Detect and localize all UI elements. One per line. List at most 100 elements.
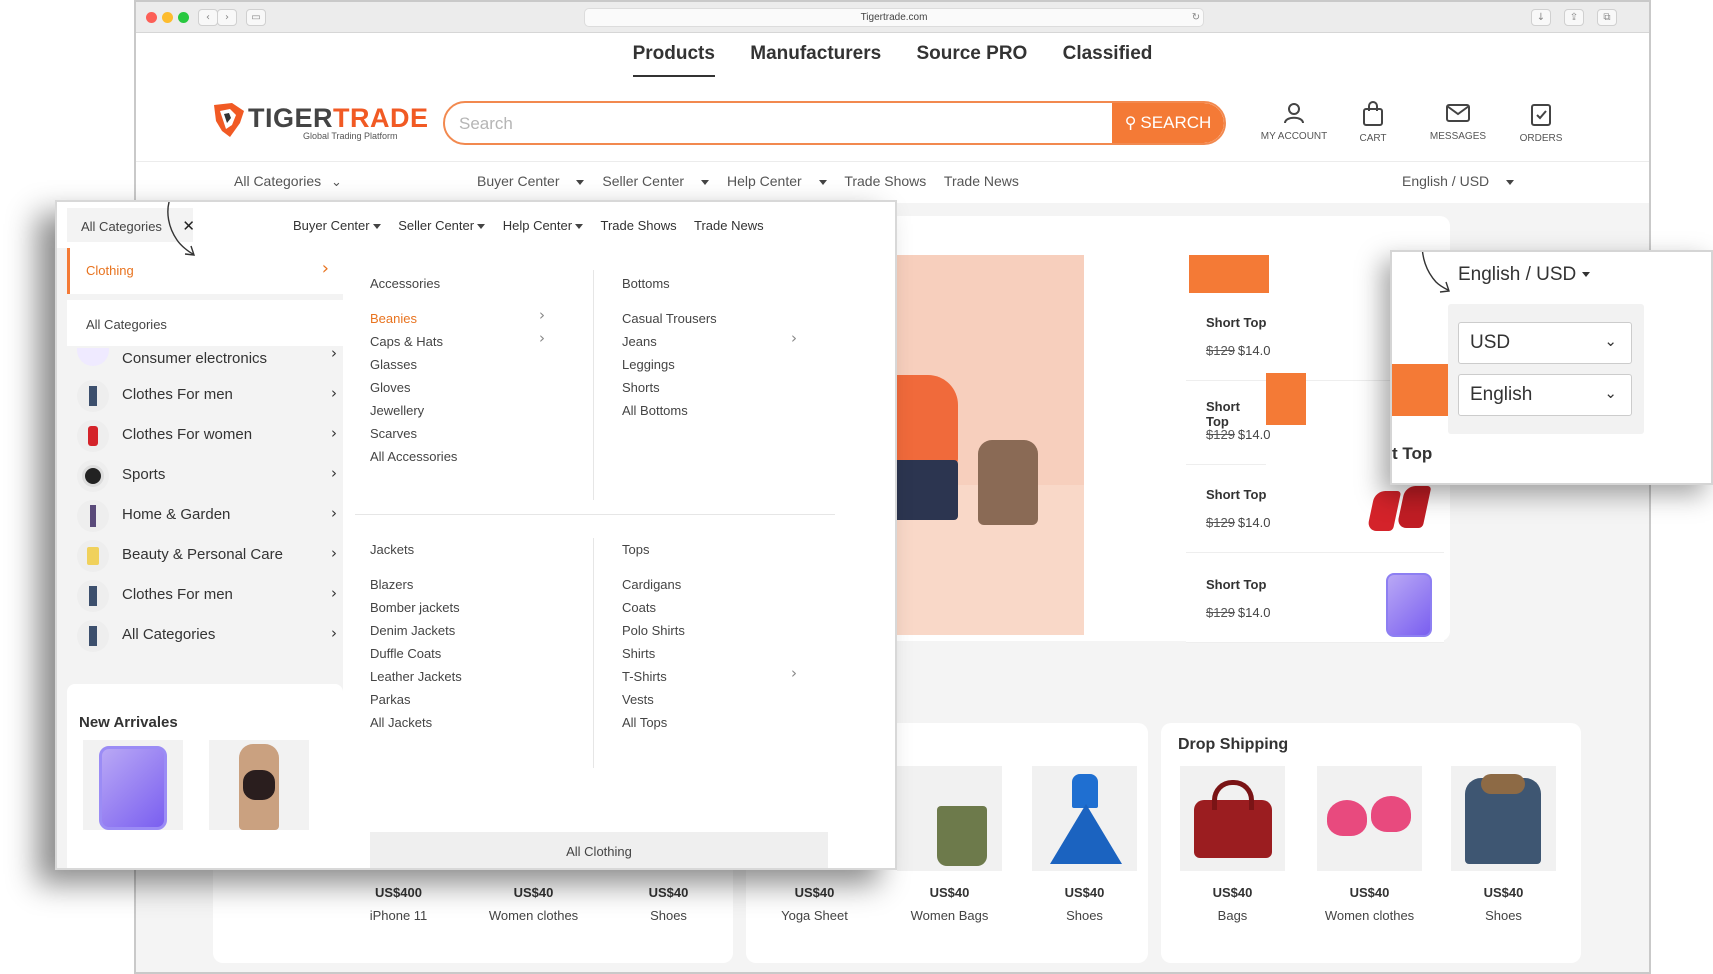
item-scarves[interactable]: Scarves bbox=[370, 426, 417, 441]
search-button[interactable]: ⚲ SEARCH bbox=[1112, 103, 1224, 143]
item-denim-jackets[interactable]: Denim Jackets bbox=[370, 623, 455, 638]
side-product-4[interactable]: Short Top $129 $14.0 bbox=[1186, 563, 1444, 643]
category-clothes-for-men-2[interactable]: Clothes For men › bbox=[77, 578, 337, 616]
download-icon[interactable]: ↓ bbox=[1531, 9, 1551, 26]
buyer-center-menu[interactable]: Buyer Center bbox=[477, 173, 585, 189]
item-shirts[interactable]: Shirts bbox=[622, 646, 655, 661]
mega-buyer-center[interactable]: Buyer Center bbox=[293, 218, 381, 233]
tops-heading[interactable]: Tops bbox=[622, 542, 649, 557]
messages-button[interactable]: MESSAGES bbox=[1423, 101, 1493, 142]
category-clothes-for-men[interactable]: Clothes For men › bbox=[77, 378, 337, 416]
seller-center-menu[interactable]: Seller Center bbox=[602, 173, 710, 189]
user-icon bbox=[1284, 103, 1304, 124]
item-t-shirts[interactable]: T-Shirts bbox=[622, 669, 667, 684]
share-icon[interactable]: ⇪ bbox=[1564, 9, 1584, 26]
item-leather-jackets[interactable]: Leather Jackets bbox=[370, 669, 462, 684]
item-all-tops[interactable]: All Tops bbox=[622, 715, 667, 730]
cart-button[interactable]: CART bbox=[1348, 101, 1398, 144]
mega-help-center[interactable]: Help Center bbox=[503, 218, 584, 233]
item-parkas[interactable]: Parkas bbox=[370, 692, 410, 707]
jeans-icon bbox=[77, 380, 109, 412]
popup-title[interactable]: English / USD bbox=[1458, 264, 1591, 286]
search-input[interactable]: Search bbox=[459, 114, 513, 134]
middle-item-shoes[interactable]: US$40 Shoes bbox=[1032, 766, 1137, 923]
bottoms-heading[interactable]: Bottoms bbox=[622, 276, 670, 291]
orders-button[interactable]: ORDERS bbox=[1511, 101, 1571, 144]
item-cardigans[interactable]: Cardigans bbox=[622, 577, 681, 592]
lamp-icon bbox=[77, 500, 109, 532]
item-jewellery[interactable]: Jewellery bbox=[370, 403, 424, 418]
chevron-right-icon: › bbox=[539, 306, 545, 324]
mega-trade-news[interactable]: Trade News bbox=[694, 218, 764, 233]
sidebar-icon[interactable]: ▭ bbox=[246, 9, 266, 26]
column-divider-top bbox=[593, 270, 594, 500]
item-duffle-coats[interactable]: Duffle Coats bbox=[370, 646, 441, 661]
side-product-3[interactable]: Short Top $129 $14.0 bbox=[1186, 473, 1444, 553]
drop-item-shoes[interactable]: US$40 Shoes bbox=[1451, 766, 1556, 923]
item-blazers[interactable]: Blazers bbox=[370, 577, 413, 592]
item-polo-shirts[interactable]: Polo Shirts bbox=[622, 623, 685, 638]
category-clothes-for-women[interactable]: Clothes For women › bbox=[77, 418, 337, 456]
category-home-garden[interactable]: Home & Garden › bbox=[77, 498, 337, 536]
backpack-image bbox=[978, 440, 1038, 525]
item-all-bottoms[interactable]: All Bottoms bbox=[622, 403, 688, 418]
popup-orange-block bbox=[1392, 364, 1448, 416]
item-glasses[interactable]: Glasses bbox=[370, 357, 417, 372]
drop-item-women-clothes[interactable]: US$40 Women clothes bbox=[1317, 766, 1422, 923]
item-bomber-jackets[interactable]: Bomber jackets bbox=[370, 600, 460, 615]
trade-shows-link[interactable]: Trade Shows bbox=[844, 173, 926, 189]
drop-item-bags[interactable]: US$40 Bags bbox=[1180, 766, 1285, 923]
mega-seller-center[interactable]: Seller Center bbox=[398, 218, 486, 233]
lingerie-thumbnail[interactable] bbox=[209, 740, 309, 830]
category-all-categories-row[interactable]: All Categories bbox=[67, 300, 343, 346]
minimize-window-icon[interactable] bbox=[162, 12, 173, 23]
trade-news-link[interactable]: Trade News bbox=[944, 173, 1019, 189]
item-coats[interactable]: Coats bbox=[622, 600, 656, 615]
item-gloves[interactable]: Gloves bbox=[370, 380, 410, 395]
maximize-window-icon[interactable] bbox=[178, 12, 189, 23]
search-icon: ⚲ bbox=[1124, 113, 1137, 132]
reload-icon[interactable]: ↻ bbox=[1186, 10, 1206, 27]
nav-source-pro[interactable]: Source PRO bbox=[916, 43, 1027, 75]
nav-products[interactable]: Products bbox=[632, 43, 715, 77]
all-clothing-button[interactable]: All Clothing bbox=[370, 832, 828, 868]
item-all-accessories[interactable]: All Accessories bbox=[370, 449, 457, 464]
help-center-menu[interactable]: Help Center bbox=[727, 173, 827, 189]
side-product-2[interactable]: Short Top $129 $14.0 bbox=[1186, 385, 1270, 465]
nav-manufacturers[interactable]: Manufacturers bbox=[750, 43, 881, 75]
iphone-thumbnail[interactable] bbox=[83, 740, 183, 830]
chevron-right-icon: › bbox=[321, 258, 329, 279]
category-all-categories[interactable]: All Categories › bbox=[77, 618, 337, 656]
nav-classified[interactable]: Classified bbox=[1063, 43, 1153, 75]
language-currency-selector[interactable]: English / USD bbox=[1402, 173, 1515, 189]
logo-tagline: Global Trading Platform bbox=[303, 131, 398, 141]
item-jeans[interactable]: Jeans bbox=[622, 334, 657, 349]
column-divider-bottom bbox=[593, 538, 594, 768]
all-categories-dropdown[interactable]: All Categories ⌄ bbox=[234, 173, 356, 190]
forward-icon[interactable]: › bbox=[217, 9, 237, 26]
currency-select[interactable]: USD ⌄ bbox=[1458, 322, 1632, 364]
language-select[interactable]: English ⌄ bbox=[1458, 374, 1632, 416]
item-vests[interactable]: Vests bbox=[622, 692, 654, 707]
item-all-jackets[interactable]: All Jackets bbox=[370, 715, 432, 730]
address-bar[interactable]: Tigertrade.com bbox=[584, 8, 1204, 27]
category-sidebar: Clothing › All Categories Consumer elect… bbox=[57, 248, 343, 868]
tabs-icon[interactable]: ⧉ bbox=[1597, 9, 1617, 26]
category-beauty-personal-care[interactable]: Beauty & Personal Care › bbox=[77, 538, 337, 576]
close-window-icon[interactable] bbox=[146, 12, 157, 23]
all-categories-label: All Categories bbox=[234, 173, 322, 189]
item-shorts[interactable]: Shorts bbox=[622, 380, 660, 395]
category-consumer-electronics[interactable]: Consumer electronics › bbox=[77, 348, 337, 370]
my-account-button[interactable]: MY ACCOUNT bbox=[1254, 101, 1334, 142]
category-sports[interactable]: Sports › bbox=[77, 458, 337, 496]
jackets-heading[interactable]: Jackets bbox=[370, 542, 414, 557]
item-casual-trousers[interactable]: Casual Trousers bbox=[622, 311, 717, 326]
item-beanies[interactable]: Beanies bbox=[370, 311, 417, 326]
mega-trade-shows[interactable]: Trade Shows bbox=[600, 218, 676, 233]
back-icon[interactable]: ‹ bbox=[198, 9, 218, 26]
middle-item-women-bags[interactable]: US$40 Women Bags bbox=[897, 766, 1002, 923]
iphone-image bbox=[99, 746, 167, 830]
accessories-heading[interactable]: Accessories bbox=[370, 276, 440, 291]
item-caps-hats[interactable]: Caps & Hats bbox=[370, 334, 443, 349]
item-leggings[interactable]: Leggings bbox=[622, 357, 675, 372]
